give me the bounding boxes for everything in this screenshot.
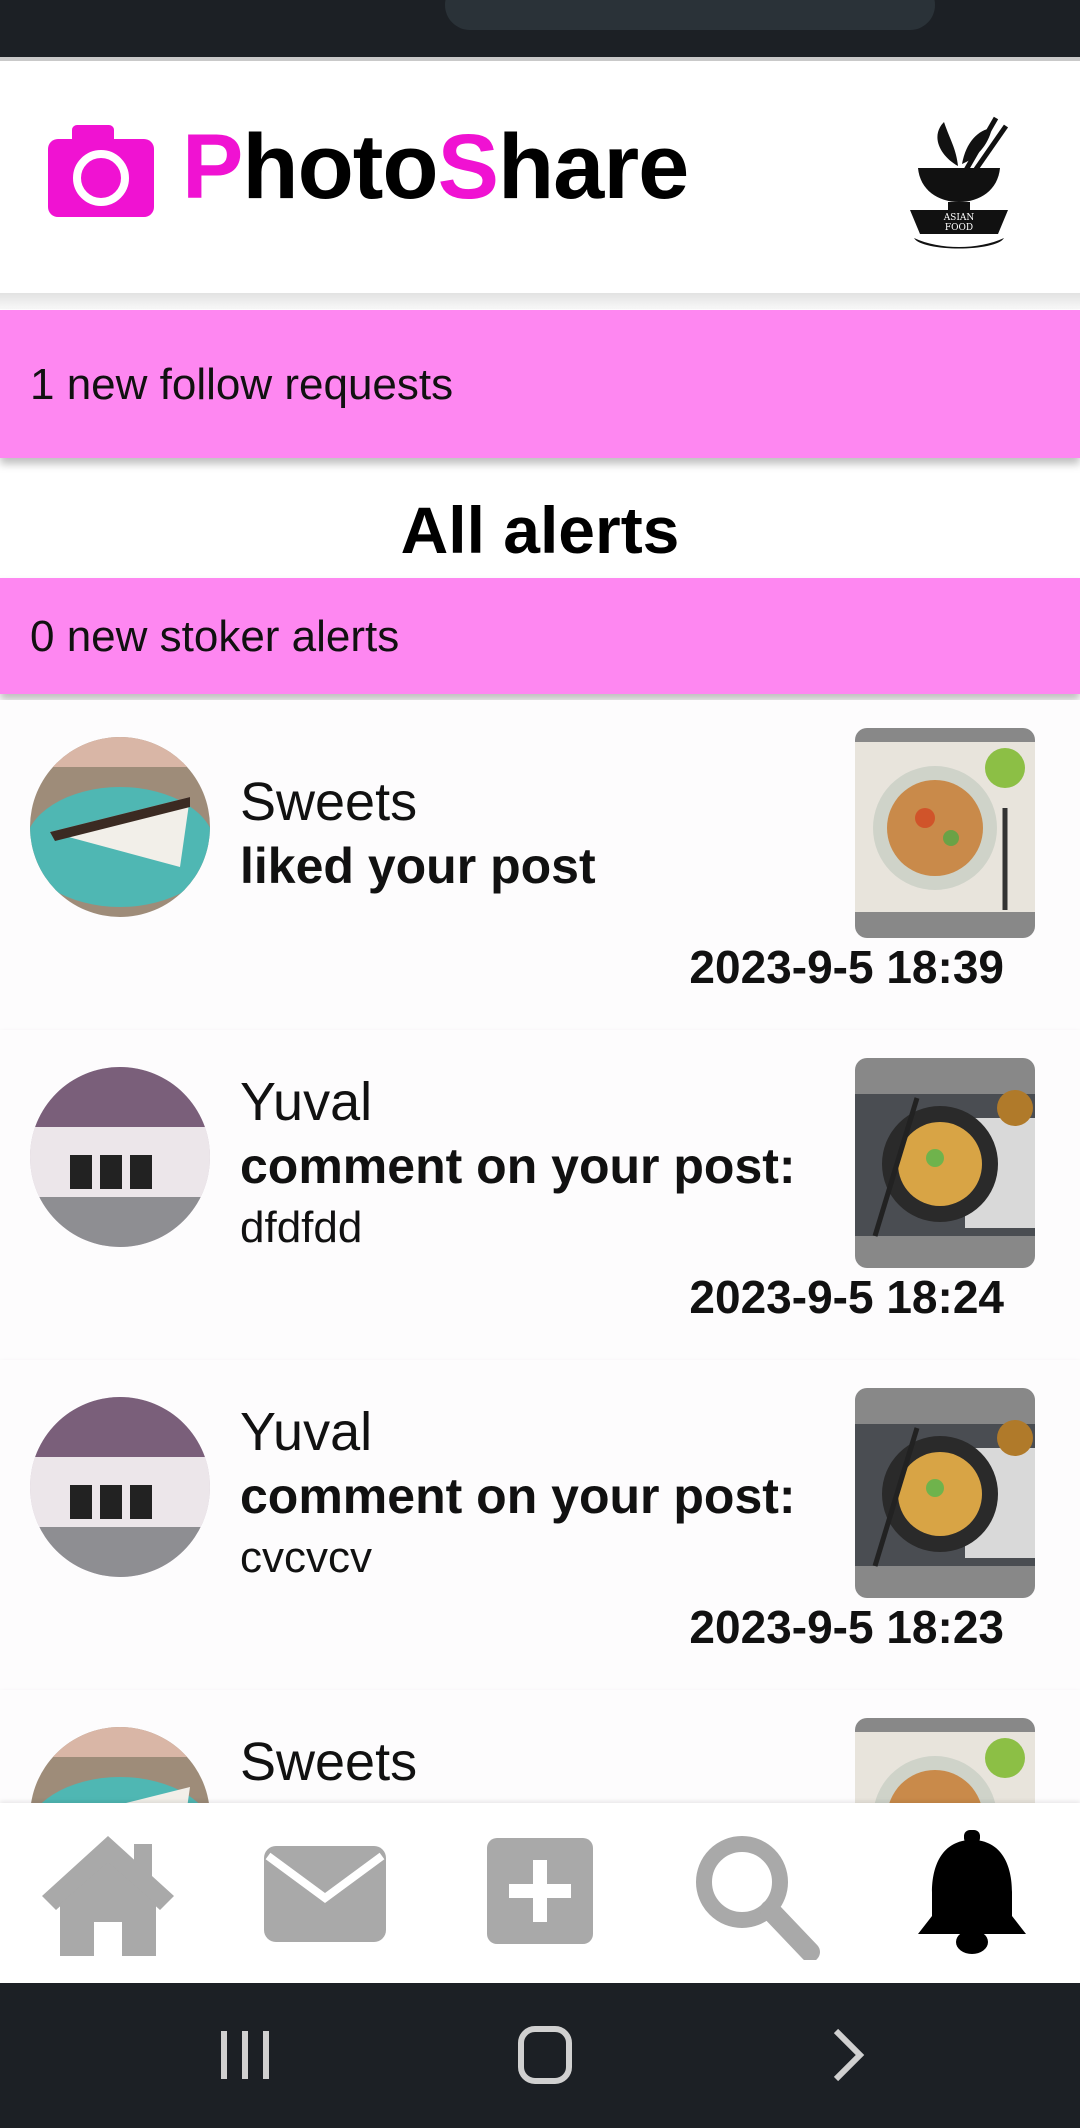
stoker-alerts-banner[interactable]: 0 new stoker alerts [0,578,1080,694]
svg-text:FOOD: FOOD [945,223,973,233]
alert-item[interactable]: Yuval comment on your post: cvcvcv 2023-… [0,1360,1080,1693]
camera-notch [445,0,935,30]
post-thumbnail[interactable] [855,1718,1035,1803]
follow-requests-banner[interactable]: 1 new follow requests [0,310,1080,458]
alert-username[interactable]: Sweets [240,1730,417,1794]
add-post-icon[interactable] [470,1830,610,1960]
stoker-alerts-text: 0 new stoker alerts [30,612,400,661]
alert-username[interactable]: Sweets [240,770,417,834]
page-title: All alerts [400,493,680,567]
home-icon[interactable] [38,1830,178,1960]
avatar-pie[interactable] [30,737,210,917]
alert-item[interactable]: Sweets liked your post 2023-9-5 18:39 [0,700,1080,1033]
alert-action: liked your post [240,838,596,894]
noodle-bowl-image [855,1420,1035,1567]
alerts-list[interactable]: Sweets liked your post 2023-9-5 18:39 Yu… [0,700,1080,1803]
alert-item[interactable]: Sweets [0,1690,1080,1803]
alert-username[interactable]: Yuval [240,1070,372,1134]
alert-timestamp: 2023-9-5 18:39 [689,941,1004,993]
post-thumbnail[interactable] [855,728,1035,938]
noodle-plate-image [855,742,1035,912]
alert-action: comment on your post: [240,1468,796,1524]
recents-icon[interactable] [205,2023,285,2087]
app-title: PhotoShare [182,116,689,218]
mail-icon[interactable] [254,1830,394,1960]
avatar-pie[interactable] [30,1727,210,1803]
alert-comment: cvcvcv [240,1533,372,1582]
asian-food-logo[interactable]: ASIAN FOOD [900,116,1018,256]
header-shadow [0,293,1080,309]
home-circle-icon[interactable] [505,2023,585,2087]
alert-action: comment on your post: [240,1138,796,1194]
noodle-plate-image [855,1732,1035,1803]
alert-timestamp: 2023-9-5 18:23 [689,1601,1004,1653]
alert-item[interactable]: Yuval comment on your post: dfdfdd 2023-… [0,1030,1080,1363]
system-nav-bar [0,1983,1080,2128]
avatar-plants[interactable] [30,1067,210,1247]
back-arrow-icon[interactable] [808,2023,888,2087]
search-icon[interactable] [686,1830,826,1960]
noodle-bowl-image [855,1090,1035,1237]
post-thumbnail[interactable] [855,1058,1035,1268]
alert-timestamp: 2023-9-5 18:24 [689,1271,1004,1323]
camera-icon [48,125,154,217]
post-thumbnail[interactable] [855,1388,1035,1598]
bell-icon[interactable] [902,1830,1042,1960]
alert-username[interactable]: Yuval [240,1400,372,1464]
alert-comment: dfdfdd [240,1203,363,1252]
avatar-plants[interactable] [30,1397,210,1577]
follow-requests-text: 1 new follow requests [30,360,454,409]
bottom-nav [0,1803,1080,1983]
status-bar [0,0,1080,57]
svg-text:ASIAN: ASIAN [943,213,975,223]
